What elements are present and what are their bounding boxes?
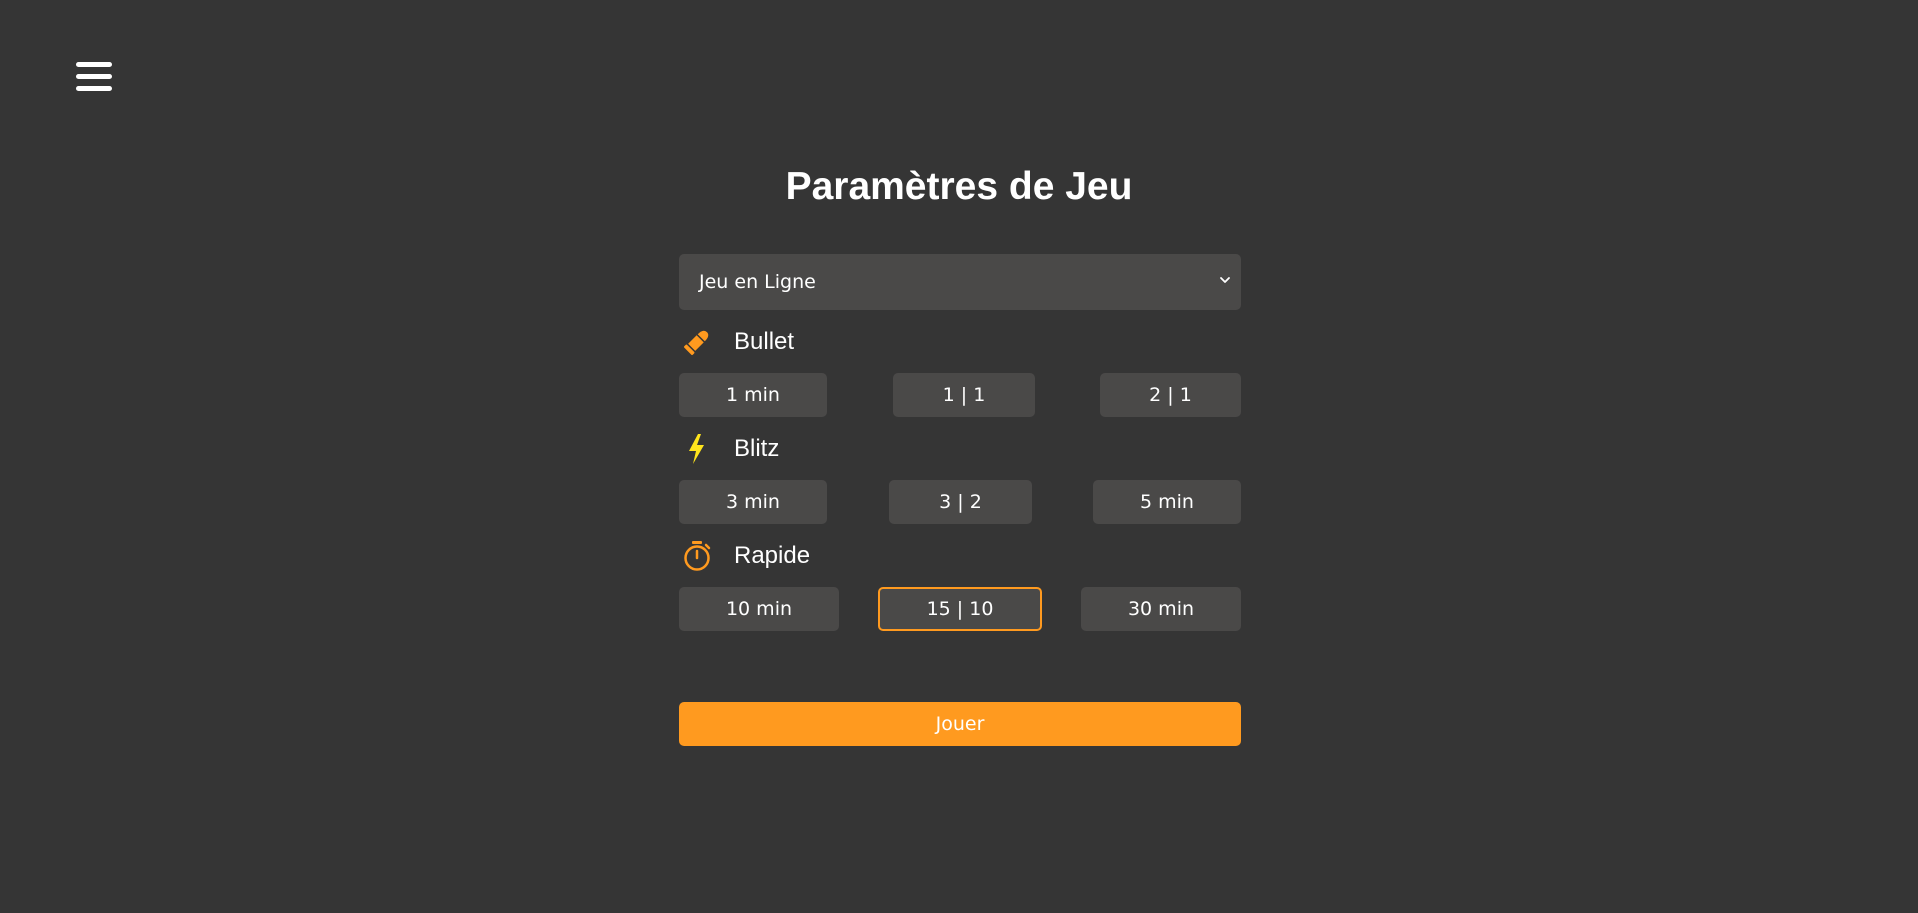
hamburger-icon-bar (76, 74, 112, 79)
time-option-rapid-1[interactable]: 10 min (679, 587, 839, 631)
bullet-icon (681, 326, 713, 358)
game-settings-panel: Jeu en Ligne Bullet 1 min 1 | 1 2 | 1 Bl… (679, 254, 1241, 746)
section-blitz: Blitz (679, 428, 1241, 470)
time-option-bullet-2[interactable]: 1 | 1 (893, 373, 1035, 417)
chevron-down-icon (1220, 277, 1230, 283)
section-rapid-label: Rapide (734, 542, 811, 569)
section-rapid: Rapide (679, 535, 1241, 577)
page-title: Paramètres de Jeu (785, 165, 1133, 208)
section-bullet-label: Bullet (734, 328, 795, 355)
menu-button[interactable] (76, 62, 114, 94)
time-option-bullet-3[interactable]: 2 | 1 (1100, 373, 1241, 417)
blitz-options: 3 min 3 | 2 5 min (679, 480, 1241, 524)
game-mode-value: Jeu en Ligne (699, 271, 816, 293)
bullet-options: 1 min 1 | 1 2 | 1 (679, 373, 1241, 417)
rapid-options: 10 min 15 | 10 30 min (679, 587, 1241, 631)
hamburger-icon-bar (76, 62, 112, 67)
game-mode-select[interactable]: Jeu en Ligne (679, 254, 1241, 310)
time-option-blitz-1[interactable]: 3 min (679, 480, 827, 524)
section-blitz-label: Blitz (734, 435, 780, 462)
time-option-blitz-3[interactable]: 5 min (1093, 480, 1241, 524)
time-option-rapid-2-selected[interactable]: 15 | 10 (878, 587, 1042, 631)
stopwatch-icon (681, 540, 713, 572)
hamburger-icon-bar (76, 86, 112, 91)
play-button[interactable]: Jouer (679, 702, 1241, 746)
lightning-icon (681, 433, 713, 465)
time-option-bullet-1[interactable]: 1 min (679, 373, 827, 417)
section-bullet: Bullet (679, 321, 1241, 363)
time-option-rapid-3[interactable]: 30 min (1081, 587, 1241, 631)
time-option-blitz-2[interactable]: 3 | 2 (889, 480, 1032, 524)
